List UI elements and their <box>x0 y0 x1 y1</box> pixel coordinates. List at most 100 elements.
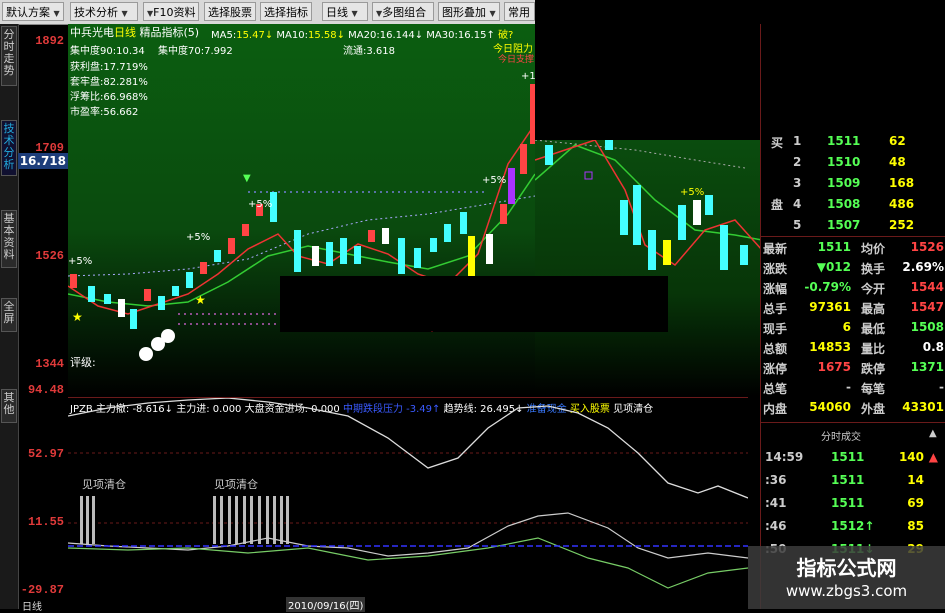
quote-label: 每笔 <box>861 382 886 396</box>
ma30-label: MA30: <box>426 30 458 41</box>
candle <box>368 230 375 242</box>
toolbar-button-select-indicator[interactable]: 选择指标 <box>260 2 312 21</box>
toolbar-button-common[interactable]: 常用 <box>504 2 535 21</box>
quote-value: 1511 <box>817 240 851 254</box>
quote-value: 14853 <box>809 340 851 354</box>
current-price-box: 16.718 <box>18 153 68 169</box>
quote-value: 6 <box>842 320 851 334</box>
toolbar-button-overlay[interactable]: 图形叠加 ▼ <box>438 2 500 21</box>
candle <box>340 238 347 264</box>
signal-bar <box>273 496 276 544</box>
signal-bar <box>235 496 238 544</box>
candle <box>460 212 467 234</box>
candle <box>382 228 389 244</box>
candle <box>354 246 361 264</box>
tab-fullscreen[interactable]: 全屏 <box>1 298 17 332</box>
toolbar-button-multi-chart[interactable]: ▼多图组合 <box>372 2 434 21</box>
candle <box>294 230 301 272</box>
bar-label: 见项清仓 <box>214 478 258 491</box>
signal-bars <box>80 496 289 544</box>
signal-bar <box>220 496 223 544</box>
quote-label: 最新 <box>763 242 788 256</box>
signal-bar <box>280 496 283 544</box>
tab-intraday[interactable]: 分时走势 <box>1 26 17 86</box>
toolbar-button-select-stock[interactable]: 选择股票 <box>204 2 256 21</box>
trend-line-gray <box>68 512 748 559</box>
signal-bar <box>243 496 246 544</box>
order-level-price: 1508 <box>827 197 861 211</box>
candle <box>130 309 137 329</box>
order-level-n: 3 <box>793 176 802 190</box>
toolbar-button-label: 技术分析 <box>74 6 118 19</box>
order-level-vol: 486 <box>889 197 915 211</box>
candle <box>186 272 193 288</box>
ma10-label: MA10: <box>276 30 308 41</box>
tick-row: 14:59 1511 140 ▲ <box>761 448 945 468</box>
toolbar-button-label: 日线 <box>326 6 348 19</box>
quote-value: 1526 <box>910 240 944 254</box>
tab-technical[interactable]: 技术分析 <box>1 120 17 176</box>
quote-value: 2.69% <box>902 260 944 274</box>
quote-label: 内盘 <box>763 402 788 416</box>
toolbar-button-scheme[interactable]: 默认方案 ▼ <box>2 2 64 21</box>
quote-row: 涨停 1675 跌停 1371 <box>761 358 945 378</box>
triangle-up-icon <box>431 331 433 332</box>
box-marker <box>584 171 593 180</box>
ticks-header: 分时成交 <box>821 432 861 443</box>
divider <box>761 422 945 423</box>
signal-bar <box>228 496 231 544</box>
indicator-panel[interactable]: JPZB 主力撤: -8.616↓ 主力进: 0.000 大盘资金进场: 0.0… <box>68 397 748 612</box>
signal-bar <box>266 496 269 544</box>
scroll-arrow-icon[interactable]: ▲ <box>929 428 937 439</box>
tab-other[interactable]: 其他 <box>1 389 17 423</box>
candle <box>620 200 628 235</box>
indicator-axis-label: 11.55 <box>27 515 64 529</box>
indicator-svg <box>68 398 748 589</box>
kline-chart[interactable]: ▼ ★ ★ 中兵光电日线 精品指标(5) MA5:15.47↓ MA10:15.… <box>68 24 535 396</box>
tab-fundamentals[interactable]: 基本资料 <box>1 210 17 268</box>
tick-price: 1511 <box>831 473 865 487</box>
quote-row: 总手 97361 最高 1547 <box>761 298 945 318</box>
candle <box>88 286 95 302</box>
candle <box>200 262 207 274</box>
concentration-70: 集中度70:7.992 <box>158 46 233 57</box>
kline-right-svg: +5% <box>535 140 762 270</box>
watermark: 指标公式网 www.zbgs3.com <box>748 546 945 609</box>
tick-price: 1511 <box>831 496 865 510</box>
stat-pe: 市盈率:56.662 <box>70 107 139 118</box>
ma5-label: MA5: <box>211 30 237 41</box>
ma5-value: 15.47↓ <box>236 30 274 41</box>
signal-bar <box>250 496 253 544</box>
chevron-down-icon: ▼ <box>53 9 60 18</box>
toolbar-button-period[interactable]: 日线 ▼ <box>322 2 368 21</box>
toolbar-button-label: 多图组合 <box>382 6 427 19</box>
indicator-name: 精品指标(5) <box>139 26 200 39</box>
quote-row: 总笔 - 每笔 - <box>761 378 945 398</box>
indicator-axis-label: 52.97 <box>27 447 64 461</box>
toolbar-button-label: 默认方案 <box>6 6 50 19</box>
signal-bar <box>92 496 95 544</box>
order-level-row: 1 1511 62 <box>761 132 945 152</box>
order-level-row: 3 1509 168 <box>761 174 945 194</box>
candle <box>663 240 671 265</box>
star-marker: ★ <box>195 293 206 307</box>
stat-trapped: 套牢盘:82.281% <box>70 77 148 88</box>
quote-value: 1547 <box>910 300 944 314</box>
signal-bar <box>86 496 89 544</box>
quote-value: -0.79% <box>804 280 851 294</box>
chart-period: 日线 <box>114 26 136 39</box>
toolbar-button-f10[interactable]: ▼F10资料 <box>143 2 199 21</box>
signal-bar <box>80 496 83 544</box>
toolbar-button-technical[interactable]: 技术分析 ▼ <box>70 2 138 21</box>
quote-value: 54060 <box>809 400 851 414</box>
kline-chart-right[interactable]: +5% <box>535 140 762 396</box>
order-level-price: 1509 <box>827 176 861 190</box>
quote-label: 现手 <box>763 322 788 336</box>
date-label: 2010/09/16(四) <box>286 597 366 612</box>
pct-mark: +5% <box>482 175 507 186</box>
price-axis-label: 1344 <box>35 357 64 371</box>
quote-row: 涨幅 -0.79% 今开 1544 <box>761 278 945 298</box>
pct-mark: +5% <box>68 256 93 267</box>
pct-mark: +5% <box>680 187 704 198</box>
ma20-value: 16.144↓ <box>379 30 424 41</box>
